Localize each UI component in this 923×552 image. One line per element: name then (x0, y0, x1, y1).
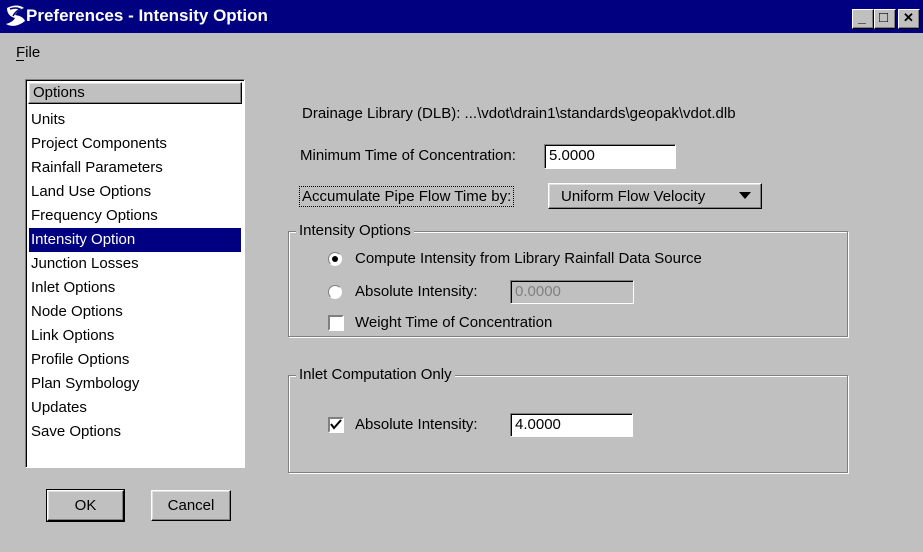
inlet-absolute-field[interactable]: 4.0000 (510, 413, 633, 437)
menu-bar (0, 33, 923, 59)
list-item[interactable]: Inlet Options (29, 276, 241, 300)
list-item[interactable]: Frequency Options (29, 204, 241, 228)
list-item[interactable]: Save Options (29, 420, 241, 444)
list-item[interactable]: Link Options (29, 324, 241, 348)
options-header-label: Options (33, 84, 85, 101)
weight-toc-label: Weight Time of Concentration (355, 314, 553, 331)
intensity-options-title: Intensity Options (296, 222, 414, 239)
radio-absolute-intensity[interactable] (328, 285, 342, 299)
maximize-button[interactable]: □ (874, 9, 896, 29)
checkmark-icon (330, 419, 342, 430)
accumulate-dropdown-value: Uniform Flow Velocity (561, 188, 706, 205)
title-bar[interactable]: Preferences - Intensity Option _ □ ✕ (0, 0, 923, 33)
minimize-button[interactable]: _ (852, 9, 874, 29)
close-button[interactable]: ✕ (898, 9, 920, 29)
ok-button[interactable]: OK (46, 489, 125, 522)
absolute-intensity-field[interactable]: 0.0000 (510, 280, 634, 304)
inlet-absolute-label: Absolute Intensity: (355, 416, 478, 433)
list-item[interactable]: Rainfall Parameters (29, 156, 241, 180)
radio-absolute-label: Absolute Intensity: (355, 283, 478, 300)
list-item[interactable]: Land Use Options (29, 180, 241, 204)
menu-file[interactable]: File (16, 44, 40, 61)
menu-file-mnemonic-underline (16, 60, 24, 61)
dropdown-arrow-icon (739, 192, 751, 199)
radio-library-intensity[interactable] (328, 252, 342, 266)
list-item[interactable]: Junction Losses (29, 252, 241, 276)
list-item[interactable]: Project Components (29, 132, 241, 156)
min-toc-field[interactable]: 5.0000 (544, 144, 676, 169)
minimize-icon: _ (858, 9, 866, 25)
min-toc-label: Minimum Time of Concentration: (300, 147, 516, 164)
list-item[interactable]: Updates (29, 396, 241, 420)
maximize-icon: □ (879, 9, 889, 26)
radio-selected-dot-icon (332, 256, 338, 262)
list-item-selected[interactable]: Intensity Option (29, 228, 241, 252)
cancel-button[interactable]: Cancel (151, 490, 231, 521)
options-list-header: Options (28, 82, 242, 104)
list-item[interactable]: Node Options (29, 300, 241, 324)
weight-toc-checkbox[interactable] (328, 315, 344, 331)
inlet-computation-title: Inlet Computation Only (296, 366, 455, 383)
accumulate-dropdown[interactable]: Uniform Flow Velocity (548, 183, 762, 209)
window-title: Preferences - Intensity Option (26, 6, 268, 25)
list-item[interactable]: Profile Options (29, 348, 241, 372)
inlet-absolute-checkbox[interactable] (328, 417, 344, 433)
list-item[interactable]: Units (29, 108, 241, 132)
list-item[interactable]: Plan Symbology (29, 372, 241, 396)
drainage-library-path: Drainage Library (DLB): ...\vdot\drain1\… (302, 105, 736, 122)
accumulate-label: Accumulate Pipe Flow Time by: (298, 186, 515, 207)
close-icon: ✕ (903, 10, 914, 25)
options-list[interactable]: Units Project Components Rainfall Parame… (25, 79, 245, 468)
radio-library-label: Compute Intensity from Library Rainfall … (355, 250, 702, 267)
